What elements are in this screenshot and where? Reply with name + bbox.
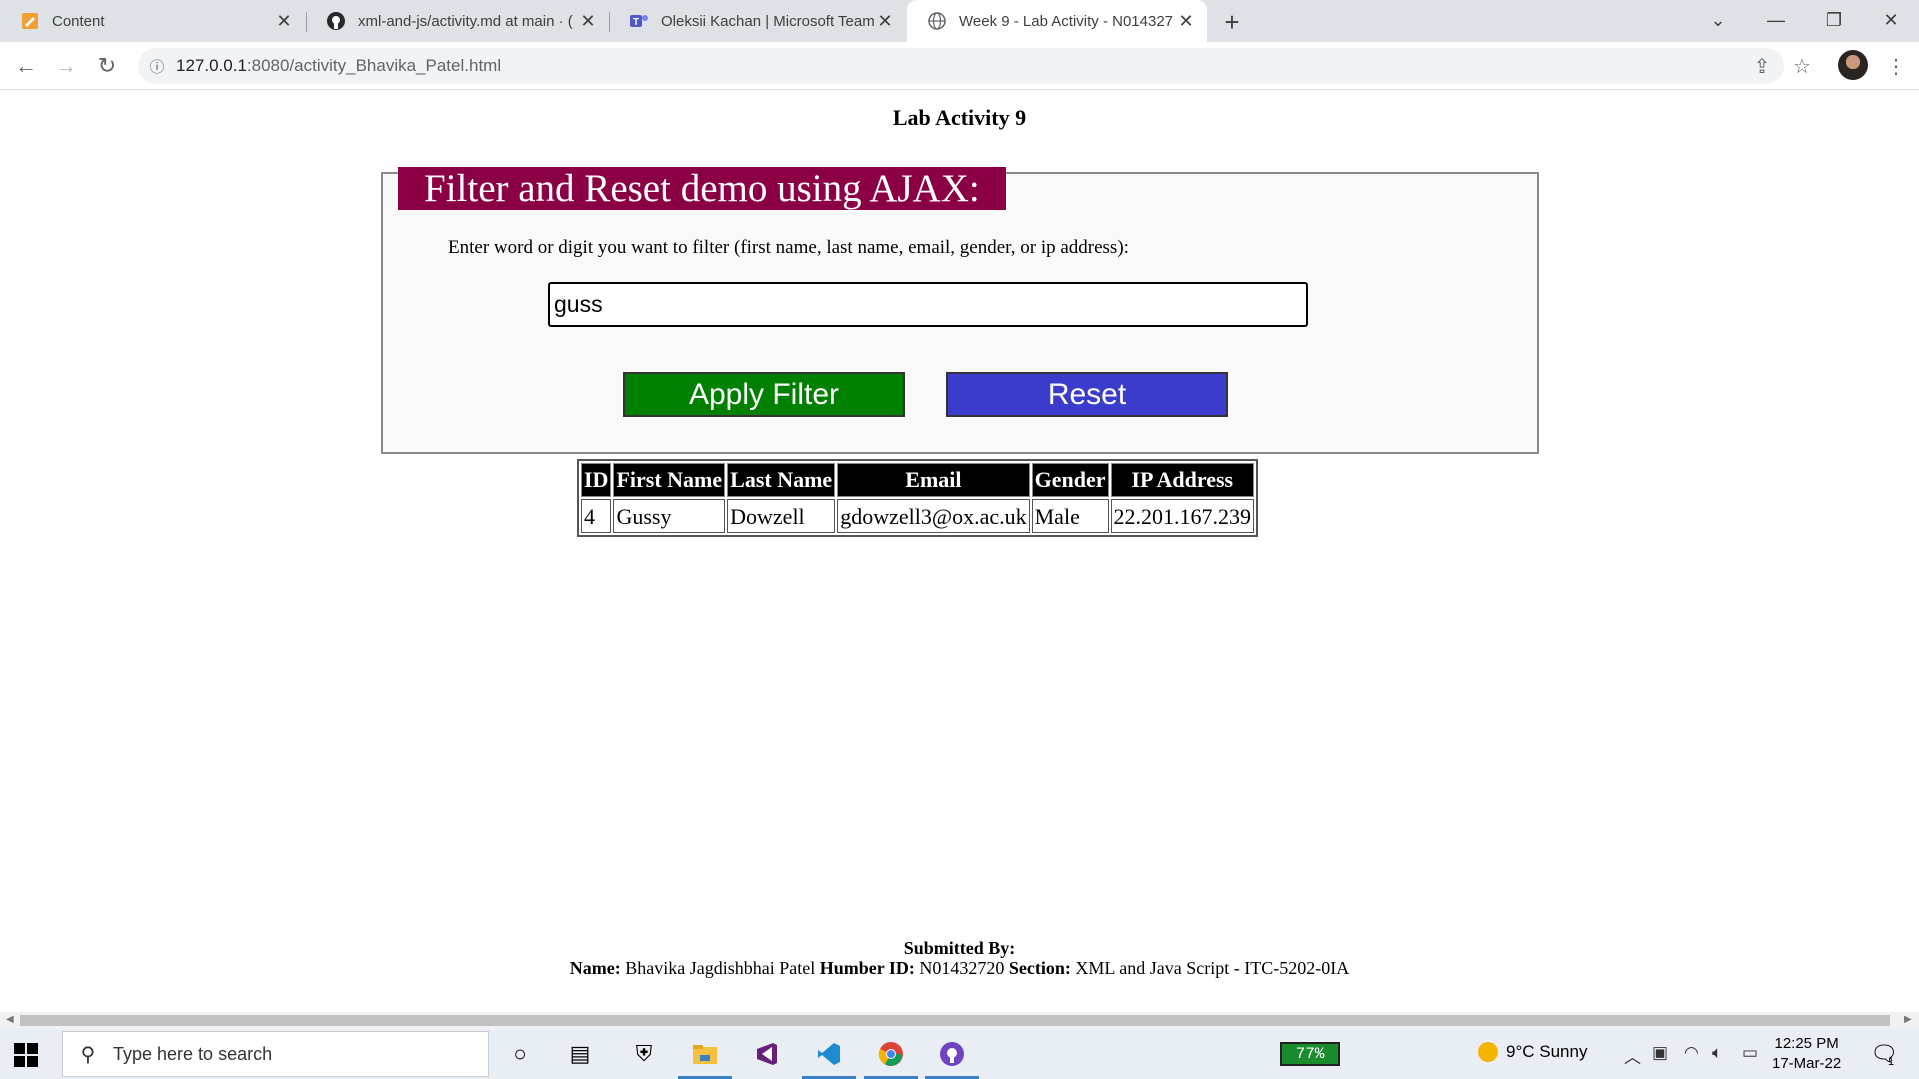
battery-indicator[interactable]: 77% [1280,1042,1340,1066]
github-icon [326,11,346,31]
tab-content[interactable]: Content ✕ [0,0,305,42]
address-bar[interactable]: ⓘ 127.0.0.1:8080/activity_Bhavika_Patel.… [138,48,1784,84]
security-shield-icon[interactable]: ⛨ [627,1037,661,1071]
task-view-icon[interactable]: ▤ [563,1037,597,1071]
page-title: Lab Activity 9 [892,105,1027,130]
svg-text:T: T [633,17,639,28]
close-window-icon[interactable]: ✕ [1863,0,1919,40]
visual-studio-icon[interactable] [750,1037,784,1071]
column-header: Email [837,463,1030,497]
table-cell: Dowzell [727,499,836,533]
reset-button[interactable]: Reset [946,372,1228,417]
url-path: :8080/activity_Bhavika_Patel.html [246,56,502,75]
share-icon[interactable]: ⇪ [1746,50,1778,82]
restore-icon[interactable]: ❐ [1806,0,1862,40]
table-cell: Gussy [613,499,726,533]
fieldset-legend: Filter and Reset demo using AJAX: [398,167,1006,210]
edit-note-icon [20,11,40,31]
back-icon[interactable]: ← [10,50,42,82]
scroll-right-icon[interactable]: ▶ [1904,1014,1912,1025]
tab-github[interactable]: xml-and-js/activity.md at main · ( ✕ [306,0,609,42]
table-cell: 22.201.167.239 [1110,499,1255,533]
close-icon[interactable]: ✕ [1175,10,1197,32]
notification-icon[interactable]: 🗨︎1 [1870,1041,1904,1068]
chrome-icon[interactable] [864,1037,918,1079]
apply-filter-button[interactable]: Apply Filter [623,372,905,417]
name-label: Name: [569,958,621,978]
show-hidden-icons-icon[interactable]: ︿ [1624,1043,1641,1068]
id-label: Humber ID: [819,958,915,978]
tab-strip: Content ✕ xml-and-js/activity.md at main… [0,0,1919,42]
weather-text: 9°C Sunny [1506,1042,1588,1061]
meet-now-icon[interactable]: ▣ [1652,1043,1668,1063]
id-value: N01432720 [919,958,1005,978]
time-text: 12:25 PM [1774,1035,1839,1052]
info-icon[interactable]: ⓘ [138,56,176,77]
table-cell: 4 [581,499,612,533]
browser-toolbar: ← → ↻ ⓘ 127.0.0.1:8080/activity_Bhavika_… [0,42,1919,90]
tab-title: Week 9 - Lab Activity - N014327 [959,12,1173,30]
reload-icon[interactable]: ↻ [91,50,123,82]
file-explorer-icon[interactable] [678,1037,732,1079]
section-label: Section: [1008,958,1071,978]
windows-taskbar: ⚲ Type here to search ○ ▤ ⛨ 77% 9°C Sunn… [0,1029,1919,1079]
notification-count: 1 [1887,1056,1895,1068]
github-desktop-icon[interactable] [925,1037,979,1079]
weather-widget[interactable]: 9°C Sunny [1478,1042,1587,1062]
date-text: 17-Mar-22 [1772,1055,1842,1072]
close-icon[interactable]: ✕ [273,10,295,32]
tab-title: Oleksii Kachan | Microsoft Teams [661,12,874,30]
table-cell: gdowzell3@ox.ac.uk [837,499,1030,533]
clock[interactable]: 12:25 PM 17-Mar-22 [1772,1034,1841,1074]
table-cell: Male [1031,499,1109,533]
search-icon: ⚲ [80,1043,96,1066]
horizontal-scrollbar[interactable]: ◀ ▶ [0,1012,1919,1029]
minimize-icon[interactable]: — [1748,0,1804,40]
url-host: 127.0.0.1 [176,56,247,75]
wifi-icon[interactable]: ◠ [1684,1043,1699,1063]
tab-title: xml-and-js/activity.md at main · ( [358,12,573,30]
cortana-icon[interactable]: ○ [503,1037,537,1071]
search-placeholder: Type here to search [113,1043,273,1064]
profile-avatar[interactable] [1838,50,1868,80]
battery-tray-icon[interactable]: ▭ [1742,1043,1758,1063]
column-header: First Name [613,463,726,497]
results-table: ID First Name Last Name Email Gender IP … [577,459,1259,537]
taskbar-search[interactable]: ⚲ Type here to search [62,1031,489,1077]
url-text: 127.0.0.1:8080/activity_Bhavika_Patel.ht… [176,56,501,76]
page-content: Lab Activity 9 Filter and Reset demo usi… [0,91,1919,1012]
new-tab-button[interactable]: + [1218,7,1246,37]
sun-icon [1478,1042,1498,1062]
column-header: ID [581,463,612,497]
scrollbar-thumb[interactable] [20,1015,1890,1026]
close-icon[interactable]: ✕ [577,10,599,32]
tab-title: Content [52,12,105,30]
volume-icon[interactable]: 🔈︎ [1712,1043,1722,1063]
close-icon[interactable]: ✕ [874,10,896,32]
filter-input[interactable] [548,282,1308,327]
scroll-left-icon[interactable]: ◀ [6,1014,14,1025]
filter-prompt: Enter word or digit you want to filter (… [448,237,1129,258]
forward-icon[interactable]: → [50,50,82,82]
tab-teams[interactable]: T Oleksii Kachan | Microsoft Teams ✕ [609,0,906,42]
tab-lab-activity[interactable]: Week 9 - Lab Activity - N014327 ✕ [907,0,1207,42]
column-header: Gender [1031,463,1109,497]
name-value: Bhavika Jagdishbhai Patel [625,958,816,978]
column-header: Last Name [727,463,836,497]
star-icon[interactable]: ☆ [1786,50,1818,82]
section-value: XML and Java Script - ITC-5202-0IA [1075,958,1350,978]
teams-icon: T [629,11,649,31]
tab-search-icon[interactable]: ⌄ [1690,0,1746,40]
column-header: IP Address [1110,463,1255,497]
globe-icon [927,11,947,31]
page-footer: Submitted By: Name: Bhavika Jagdishbhai … [0,938,1919,978]
table-header-row: ID First Name Last Name Email Gender IP … [581,463,1255,497]
menu-icon[interactable]: ⋮ [1880,50,1912,82]
windows-start-icon[interactable] [14,1043,38,1067]
table-row: 4 Gussy Dowzell gdowzell3@ox.ac.uk Male … [581,499,1255,533]
vscode-icon[interactable] [802,1037,856,1079]
submitted-by-label: Submitted By: [903,938,1016,958]
